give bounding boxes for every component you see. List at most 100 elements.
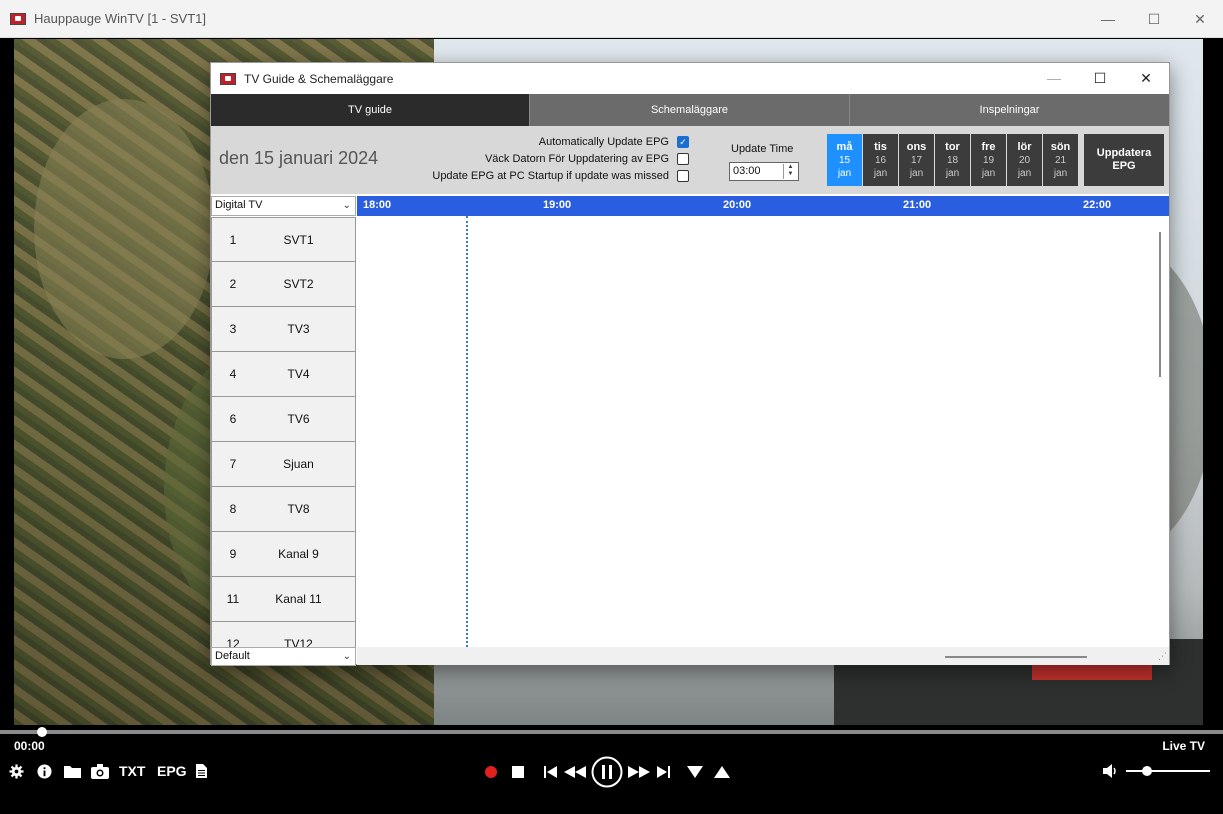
source-dropdown-value: Digital TV	[215, 199, 263, 211]
channel-row[interactable]: 8 TV8	[211, 487, 356, 532]
stop-icon[interactable]	[511, 765, 525, 779]
close-button[interactable]: ✕	[1177, 0, 1223, 38]
update-time-label: Update Time	[731, 143, 794, 155]
update-epg-button[interactable]: Uppdatera EPG	[1084, 134, 1164, 186]
camera-icon[interactable]	[91, 763, 109, 779]
timeline-hour-label: 21:00	[903, 199, 932, 211]
day-button-tis[interactable]: tis 16 jan	[863, 134, 898, 186]
channel-row[interactable]: 7 Sjuan	[211, 442, 356, 487]
profile-dropdown-value: Default	[215, 650, 250, 662]
settings-gear-icon[interactable]	[8, 763, 24, 779]
day-name: sön	[1050, 140, 1071, 153]
channel-name: TV6	[287, 412, 310, 426]
channel-down-icon[interactable]	[687, 765, 703, 779]
tab-tv-guide[interactable]: TV guide	[211, 94, 530, 126]
folder-icon[interactable]	[63, 763, 81, 779]
day-name: tor	[945, 140, 960, 153]
volume-thumb[interactable]	[1142, 766, 1152, 776]
guide-tabs: TV guide Schemaläggare Inspelningar	[211, 94, 1169, 126]
channel-row[interactable]: 2 SVT2	[211, 262, 356, 307]
channel-row[interactable]: 4 TV4	[211, 352, 356, 397]
teletext-button[interactable]: TXT	[119, 763, 145, 779]
timeline-hour-label: 22:00	[1083, 199, 1112, 211]
update-time-value: 03:00	[733, 165, 761, 177]
skip-back-icon[interactable]	[543, 765, 557, 779]
pause-icon[interactable]	[590, 755, 624, 789]
seek-thumb[interactable]	[36, 727, 47, 737]
info-icon[interactable]	[36, 763, 52, 779]
day-month: jan	[945, 167, 960, 179]
skip-forward-icon[interactable]	[656, 765, 670, 779]
minimize-button[interactable]: —	[1085, 0, 1131, 38]
record-icon[interactable]	[484, 765, 498, 779]
tab-inspelningar[interactable]: Inspelningar	[850, 94, 1169, 126]
option-auto-update-epg: Automatically Update EPG ✓	[539, 136, 689, 148]
auto-update-epg-checkbox[interactable]: ✓	[677, 136, 689, 148]
maximize-button[interactable]: ☐	[1131, 0, 1177, 38]
update-time-spinner[interactable]: ▲ ▼	[783, 164, 797, 179]
channel-list: 1 SVT1 2 SVT2 3 TV3 4 TV4 6 TV6 7 Sjuan 8 TV8 9 Kanal 9…	[211, 217, 356, 647]
update-at-startup-checkbox[interactable]	[677, 170, 689, 182]
tab-schemalaggare[interactable]: Schemaläggare	[530, 94, 850, 126]
horizontal-scrollbar[interactable]	[945, 656, 1087, 658]
channel-name: Kanal 9	[278, 547, 319, 561]
guide-close-button[interactable]: ✕	[1123, 63, 1169, 93]
resize-grip-icon[interactable]: ⋰	[1158, 651, 1167, 662]
day-name: må	[836, 140, 853, 153]
channel-up-icon[interactable]	[714, 765, 730, 779]
update-epg-label-1: Uppdatera	[1096, 147, 1152, 159]
day-month: jan	[873, 167, 888, 179]
vertical-scrollbar[interactable]	[1159, 232, 1161, 377]
volume-icon[interactable]	[1102, 763, 1120, 779]
profile-dropdown[interactable]: Default ⌄	[211, 647, 356, 666]
channel-name: TV8	[287, 502, 310, 516]
document-icon[interactable]	[195, 763, 207, 779]
player-controls: 00:00 Live TV TXT EPG	[0, 725, 1223, 814]
day-button-må[interactable]: må 15 jan	[827, 134, 862, 186]
channel-row[interactable]: 9 Kanal 9	[211, 532, 356, 577]
day-number: 18	[946, 154, 959, 166]
channel-name: TV12	[284, 637, 313, 647]
main-window-title: Hauppauge WinTV [1 - SVT1]	[34, 11, 206, 26]
source-dropdown[interactable]: Digital TV ⌄	[211, 196, 356, 216]
guide-minimize-button[interactable]: —	[1031, 63, 1077, 93]
channel-name: SVT2	[283, 277, 314, 291]
channel-row[interactable]: 12 TV12	[211, 622, 356, 647]
channel-row[interactable]: 1 SVT1	[211, 217, 356, 262]
day-selector: må 15 jan tis 16 jan ons 17 jan tor 18 jan fre 19 jan l…	[827, 134, 1079, 186]
channel-row[interactable]: 3 TV3	[211, 307, 356, 352]
day-button-fre[interactable]: fre 19 jan	[971, 134, 1006, 186]
grid-bottom-strip	[357, 647, 1169, 665]
update-epg-label-2: EPG	[1112, 160, 1136, 172]
live-tv-label: Live TV	[1162, 739, 1205, 753]
fast-forward-icon[interactable]	[628, 765, 650, 779]
day-number: 17	[910, 154, 923, 166]
current-date: den 15 januari 2024	[219, 148, 379, 168]
epg-button[interactable]: EPG	[157, 763, 187, 779]
main-titlebar: Hauppauge WinTV [1 - SVT1] — ☐ ✕	[0, 0, 1223, 38]
wake-computer-checkbox[interactable]	[677, 153, 689, 165]
day-button-lör[interactable]: lör 20 jan	[1007, 134, 1042, 186]
guide-maximize-button[interactable]: ☐	[1077, 63, 1123, 93]
day-button-tor[interactable]: tor 18 jan	[935, 134, 970, 186]
epg-program-grid[interactable]	[357, 216, 1169, 647]
channel-name: Sjuan	[283, 457, 314, 471]
channel-row[interactable]: 11 Kanal 11	[211, 577, 356, 622]
timeline-hour-label: 18:00	[363, 199, 392, 211]
timeline-hour-label: 20:00	[723, 199, 752, 211]
update-time-input[interactable]: 03:00 ▲ ▼	[729, 162, 799, 181]
channel-name: TV4	[287, 367, 310, 381]
day-number: 16	[874, 154, 887, 166]
day-number: 20	[1018, 154, 1031, 166]
day-number: 21	[1054, 154, 1067, 166]
option-update-at-startup: Update EPG at PC Startup if update was m…	[432, 170, 689, 182]
day-button-sön[interactable]: sön 21 jan	[1043, 134, 1078, 186]
rewind-icon[interactable]	[564, 765, 586, 779]
timeline-header: 18:00 19:00 20:00 21:00 22:00	[357, 196, 1169, 216]
seek-bar[interactable]	[0, 730, 1223, 734]
day-month: jan	[909, 167, 924, 179]
channel-name: SVT1	[283, 232, 314, 247]
volume-slider[interactable]	[1126, 766, 1210, 776]
channel-row[interactable]: 6 TV6	[211, 397, 356, 442]
day-button-ons[interactable]: ons 17 jan	[899, 134, 934, 186]
